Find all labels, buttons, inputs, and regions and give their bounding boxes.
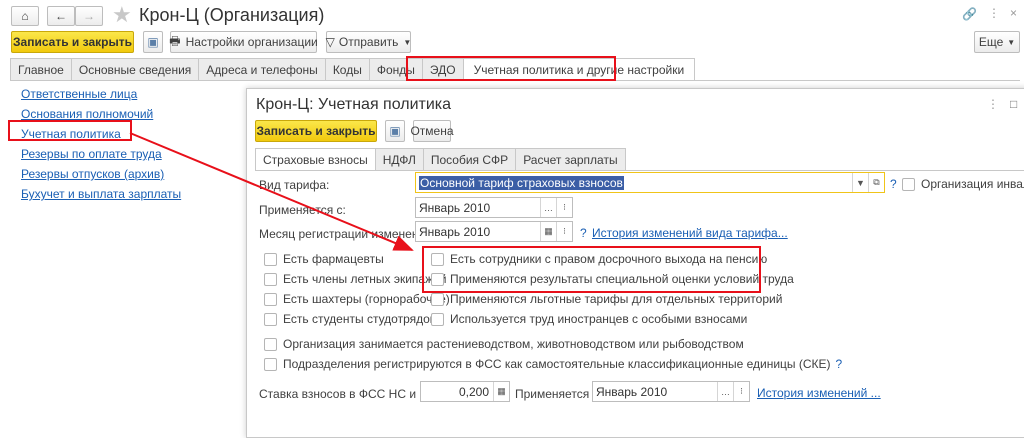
checkbox-label: Есть фармацевты <box>283 252 384 266</box>
menu-icon[interactable]: ⋮ <box>988 6 1000 20</box>
checkbox-box[interactable] <box>431 292 444 306</box>
spinner[interactable]: ⁝ <box>733 382 749 401</box>
checkbox-label: Организация инвалидо <box>921 177 1024 191</box>
cancel-button[interactable]: Отмена <box>410 120 454 142</box>
checkbox-students[interactable]: Есть студенты студотрядов <box>264 312 436 326</box>
rate-label: Ставка взносов в ФСС НС и ПЗ: <box>259 387 439 401</box>
rate-value: 0,200 <box>458 384 489 399</box>
history-tariff-link[interactable]: История изменений вида тарифа... <box>592 226 788 240</box>
tab-codes[interactable]: Коды <box>324 58 370 80</box>
chevron-down-icon: ▼ <box>1007 37 1016 47</box>
more-button[interactable]: Еще ▼ <box>974 31 1020 53</box>
month-value: Январь 2010 <box>419 224 491 239</box>
checkbox-pharmacists[interactable]: Есть фармацевты <box>264 252 384 266</box>
help-icon[interactable]: ? <box>580 226 587 240</box>
chevron-down-icon[interactable]: ▼ <box>852 173 868 192</box>
checkbox-ske[interactable]: Подразделения регистрируются в ФСС как с… <box>264 357 842 371</box>
applies-field[interactable]: Январь 2010 … ⁝ <box>415 197 573 218</box>
dialog-menu-icon[interactable]: ⋮ <box>987 97 999 111</box>
tariff-value: Основной тариф страховых взносов <box>419 175 624 190</box>
link-payroll[interactable]: Бухучет и выплата зарплаты <box>21 184 181 204</box>
highlight-link <box>8 120 132 141</box>
checkbox-label: Есть шахтеры (горнорабочие) <box>283 292 450 306</box>
applies-value: Январь 2010 <box>419 200 491 215</box>
send-button[interactable]: ▽ Отправить ▼ <box>326 31 411 53</box>
chevron-down-icon: ▼ <box>403 37 412 47</box>
tab-addresses[interactable]: Адреса и телефоны <box>198 58 326 80</box>
highlight-tab <box>406 56 616 81</box>
back-button[interactable]: ← <box>47 6 75 26</box>
send-icon: ▽ <box>325 35 335 49</box>
tariff-select[interactable]: Основной тариф страховых взносов ▼ ⧉ <box>415 172 885 193</box>
spinner[interactable]: ⁝ <box>556 198 572 217</box>
left-links: Ответственные лица Основания полномочий … <box>21 84 181 204</box>
checkbox-box[interactable] <box>264 292 277 306</box>
more-label: Еще <box>978 35 1004 49</box>
dialog-save-icon[interactable]: ▣ <box>385 120 405 142</box>
select-button[interactable]: … <box>540 198 556 217</box>
open-icon[interactable]: ⧉ <box>868 173 884 192</box>
rate-applies-field[interactable]: Январь 2010 … ⁝ <box>592 381 750 402</box>
rate-applies-label: Применяется с: <box>515 387 602 401</box>
home-button[interactable]: ⌂ <box>11 6 39 26</box>
dialog-tabs: Страховые взносы НДФЛ Пособия СФР Расчет… <box>255 148 1024 171</box>
checkbox-label: Используется труд иностранцев с особыми … <box>450 312 748 326</box>
close-icon[interactable]: × <box>1010 6 1017 20</box>
checkbox-foreign-workers[interactable]: Используется труд иностранцев с особыми … <box>431 312 747 326</box>
link-vacation-reserves[interactable]: Резервы отпусков (архив) <box>21 164 181 184</box>
tab-insurance[interactable]: Страховые взносы <box>255 148 376 170</box>
tab-basic-info[interactable]: Основные сведения <box>70 58 200 80</box>
month-field[interactable]: Январь 2010 ▦ ⁝ <box>415 221 573 242</box>
link-responsible[interactable]: Ответственные лица <box>21 84 181 104</box>
month-label: Месяц регистрации изменений: <box>259 227 436 241</box>
forward-button[interactable]: → <box>75 6 103 26</box>
checkbox-box[interactable] <box>264 272 277 286</box>
dialog-save-close-button[interactable]: Записать и закрыть <box>255 120 377 142</box>
calendar-icon[interactable]: ▦ <box>540 222 556 241</box>
policy-dialog: Крон-Ц: Учетная политика ⋮ □ Записать и … <box>246 88 1024 438</box>
checkbox-box[interactable] <box>264 357 277 371</box>
checkbox-label: Применяются льготные тарифы для отдельны… <box>450 292 783 306</box>
tab-main[interactable]: Главное <box>10 58 72 80</box>
checkbox-territory-tariffs[interactable]: Применяются льготные тарифы для отдельны… <box>431 292 782 306</box>
help-icon[interactable]: ? <box>836 357 843 371</box>
save-close-button[interactable]: Записать и закрыть <box>11 31 134 53</box>
dialog-title: Крон-Ц: Учетная политика <box>256 96 452 113</box>
checkbox-agriculture[interactable]: Организация занимается растениеводством,… <box>264 337 744 351</box>
org-settings-label: Настройки организации <box>185 35 318 49</box>
checkbox-box[interactable] <box>431 312 444 326</box>
tab-payroll[interactable]: Расчет зарплаты <box>515 148 626 170</box>
checkbox-box[interactable] <box>264 312 277 326</box>
checkbox-miners[interactable]: Есть шахтеры (горнорабочие) <box>264 292 450 306</box>
help-icon[interactable]: ? <box>890 177 897 191</box>
page-title: Крон-Ц (Организация) <box>139 5 325 25</box>
checkbox-disabled-org[interactable]: Организация инвалидо <box>902 177 1024 191</box>
checkbox-label: Организация занимается растениеводством,… <box>283 337 744 351</box>
rate-applies-value: Январь 2010 <box>596 384 668 399</box>
rate-field[interactable]: 0,200 ▦ <box>420 381 510 402</box>
select-button[interactable]: … <box>717 382 733 401</box>
maximize-icon[interactable]: □ <box>1010 97 1017 111</box>
tab-benefits[interactable]: Пособия СФР <box>422 148 517 170</box>
history-link[interactable]: История изменений ... <box>757 386 881 400</box>
checkbox-box[interactable] <box>902 177 915 191</box>
save-icon[interactable]: ▣ <box>143 31 163 53</box>
calculator-icon[interactable]: ▦ <box>493 382 509 401</box>
checkbox-box[interactable] <box>264 337 277 351</box>
checkbox-label: Подразделения регистрируются в ФСС как с… <box>283 357 831 371</box>
checkbox-box[interactable] <box>264 252 277 266</box>
send-label: Отправить <box>338 35 399 49</box>
highlight-checkboxes <box>422 246 761 293</box>
print-icon: 🖶 <box>169 33 181 48</box>
spinner[interactable]: ⁝ <box>556 222 572 241</box>
tab-ndfl[interactable]: НДФЛ <box>374 148 424 170</box>
applies-label: Применяется с: <box>259 203 346 217</box>
checkbox-label: Есть студенты студотрядов <box>283 312 437 326</box>
star-icon[interactable]: ★ <box>112 2 132 28</box>
tariff-label: Вид тарифа: <box>259 178 330 192</box>
checkbox-aircrew[interactable]: Есть члены летных экипажей <box>264 272 446 286</box>
link-labor-reserves[interactable]: Резервы по оплате труда <box>21 144 181 164</box>
link-icon[interactable]: 🔗 <box>962 7 977 21</box>
org-settings-button[interactable]: 🖶 Настройки организации <box>169 31 318 53</box>
